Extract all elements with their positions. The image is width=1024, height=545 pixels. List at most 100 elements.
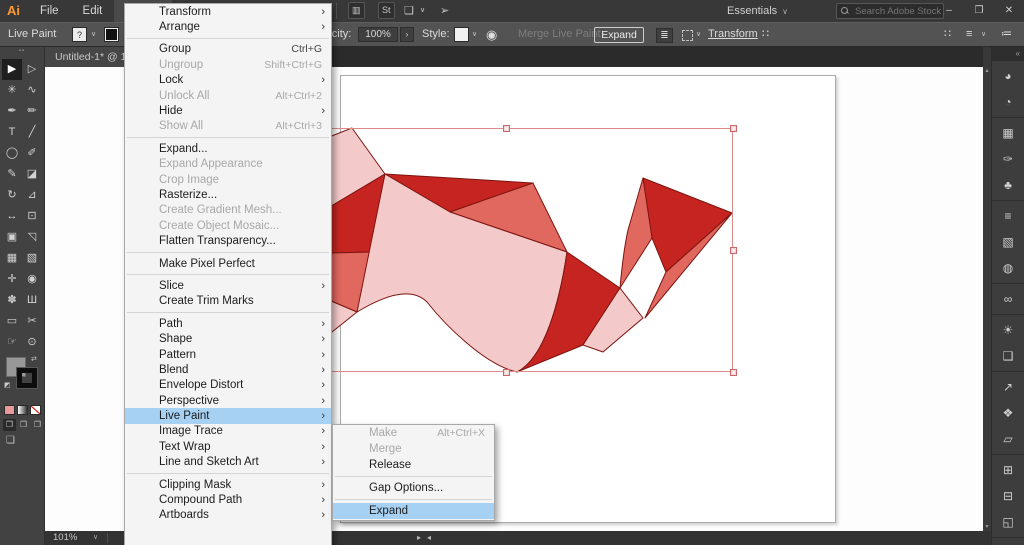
draw-inside-icon[interactable]: ❐ [31, 419, 44, 431]
menu-item-artboards[interactable]: Artboards › [125, 508, 331, 523]
chevron-down-icon[interactable]: ∨ [696, 23, 701, 46]
next-artboard-icon[interactable]: ▸ [417, 533, 427, 542]
shaper-tool-icon[interactable]: ✎ [2, 164, 22, 185]
blend-tool-icon[interactable]: ◉ [22, 269, 42, 290]
scale-tool-icon[interactable]: ⊿ [22, 185, 42, 206]
menu-item-expand-appearance[interactable]: Expand Appearance [125, 157, 331, 172]
menu-item-ungroup[interactable]: Ungroup Shift+Ctrl+G [125, 57, 331, 72]
scroll-down-icon[interactable]: ▾ [985, 523, 988, 531]
gradient-panel-icon[interactable]: ▧ [992, 229, 1024, 255]
draw-behind-icon[interactable]: ❐ [17, 419, 30, 431]
menu-item-rasterize[interactable]: Rasterize... [125, 187, 331, 202]
menu-item-show-all[interactable]: Show All Alt+Ctrl+3 [125, 119, 331, 134]
menu-item-unlock-all[interactable]: Unlock All Alt+Ctrl+2 [125, 88, 331, 103]
menu-item-release[interactable]: Release [333, 457, 494, 473]
restore-button[interactable]: ❐ [964, 0, 994, 22]
panel-options-icon[interactable]: ≣ [656, 28, 673, 43]
ellipse-tool-icon[interactable]: ◯ [2, 143, 22, 164]
style-swatch[interactable] [454, 27, 469, 42]
menu-item-make-pixel-perfect[interactable]: Make Pixel Perfect [125, 256, 331, 271]
select-similar-icon[interactable] [682, 30, 693, 41]
grid-squares-icon[interactable]: ∷ [944, 23, 951, 46]
symbols-panel-icon[interactable]: ♣ [992, 172, 1024, 198]
selection-handle[interactable] [730, 369, 737, 376]
align-panel-icon[interactable]: ⊟ [992, 483, 1024, 509]
transparency-panel-icon[interactable]: ◍ [992, 255, 1024, 281]
fill-swatch[interactable]: ? [72, 27, 87, 42]
transform-panel-icon[interactable]: ⊞ [992, 457, 1024, 483]
mesh-tool-icon[interactable]: ▦ [2, 248, 22, 269]
adobe-stock-icon[interactable]: St [378, 2, 395, 19]
selection-handle[interactable] [730, 247, 737, 254]
screen-mode-icon[interactable]: ❏ [6, 435, 15, 446]
menu-item-arrange[interactable]: Arrange › [125, 19, 331, 34]
menu-item-group[interactable]: Group Ctrl+G [125, 42, 331, 57]
line-segment-tool-icon[interactable]: ╱ [22, 122, 42, 143]
swap-fill-stroke-icon[interactable]: ⇄ [31, 355, 37, 363]
color-guide-panel-icon[interactable]: ◔ [992, 89, 1024, 115]
stroke-panel-icon[interactable]: ≡ [992, 203, 1024, 229]
zoom-level[interactable]: 101% [53, 531, 77, 545]
expand-button[interactable]: Expand [594, 27, 644, 43]
color-panel-icon[interactable]: ◕ [992, 63, 1024, 89]
chevron-down-icon[interactable]: ∨ [981, 23, 986, 46]
eraser-tool-icon[interactable]: ◪ [22, 164, 42, 185]
zoom-tool-icon[interactable]: ⊙ [22, 332, 42, 353]
opacity-spinner[interactable]: › [400, 27, 414, 42]
eyedropper-tool-icon[interactable]: ✛ [2, 269, 22, 290]
menu-item-text-wrap[interactable]: Text Wrap › [125, 439, 331, 454]
chevron-down-icon[interactable]: ∨ [93, 531, 98, 545]
draw-normal-icon[interactable]: ❐ [3, 419, 16, 431]
selection-handle[interactable] [730, 125, 737, 132]
align-panel-icon[interactable]: ≡ [966, 23, 972, 46]
menu-item-slice[interactable]: Slice › [125, 278, 331, 293]
selection-bounding-box[interactable] [279, 128, 733, 372]
menu-item-create-gradient-mesh[interactable]: Create Gradient Mesh... [125, 203, 331, 218]
lasso-tool-icon[interactable]: ∿ [22, 80, 42, 101]
close-button[interactable]: ✕ [994, 0, 1024, 22]
menu-item-flatten-transparency[interactable]: Flatten Transparency... [125, 233, 331, 248]
pen-tool-icon[interactable]: ✒ [2, 101, 22, 122]
chevron-down-icon[interactable]: ∨ [91, 23, 96, 46]
align-dots-icon[interactable]: ∷ [762, 23, 769, 46]
menu-item-path[interactable]: Path › [125, 316, 331, 331]
menu-item-pattern[interactable]: Pattern › [125, 347, 331, 362]
none-button[interactable] [30, 405, 41, 415]
menu-item-transform[interactable]: Transform › [125, 4, 331, 19]
menu-file[interactable]: File [28, 0, 71, 22]
chevron-down-icon[interactable]: ∨ [420, 2, 425, 20]
slice-tool-icon[interactable]: ✂ [22, 311, 42, 332]
swatches-panel-icon[interactable]: ▦ [992, 120, 1024, 146]
hand-tool-icon[interactable]: ☞ [2, 332, 22, 353]
width-tool-icon[interactable]: ↔ [2, 206, 22, 227]
menu-item-gap-options[interactable]: Gap Options... [333, 480, 494, 496]
menu-item-blend[interactable]: Blend › [125, 362, 331, 377]
menu-item-lock[interactable]: Lock › [125, 73, 331, 88]
type-tool-icon[interactable]: T [2, 122, 22, 143]
menu-item-line-and-sketch-art[interactable]: Line and Sketch Art › [125, 455, 331, 470]
artboard-nav-arrows[interactable]: ▸◂ [417, 531, 437, 545]
vertical-scrollbar[interactable]: ▴ ▾ [983, 67, 991, 531]
perspective-grid-tool-icon[interactable]: ◹ [22, 227, 42, 248]
paintbrush-tool-icon[interactable]: ✐ [22, 143, 42, 164]
artboard-tool-icon[interactable]: ▭ [2, 311, 22, 332]
menu-item-create-object-mosaic[interactable]: Create Object Mosaic... [125, 218, 331, 233]
menu-item-merge[interactable]: Merge [333, 441, 494, 457]
default-fill-stroke-icon[interactable]: ◩ [4, 381, 11, 389]
share-icon[interactable]: ➢ [440, 2, 449, 20]
menu-item-hide[interactable]: Hide › [125, 103, 331, 118]
menu-item-image-trace[interactable]: Image Trace › [125, 424, 331, 439]
menu-item-expand[interactable]: Expand... [125, 141, 331, 156]
gradient-tool-icon[interactable]: ▧ [22, 248, 42, 269]
recolor-artwork-icon[interactable]: ◉ [486, 23, 497, 46]
prev-artboard-icon[interactable]: ◂ [427, 533, 437, 542]
opacity-field[interactable]: 100% [358, 27, 398, 42]
export-panel-icon[interactable]: ↗ [992, 374, 1024, 400]
pathfinder-panel-icon[interactable]: ◱ [992, 509, 1024, 535]
merge-live-paint-button[interactable]: Merge Live Paint [518, 23, 601, 46]
stock-search[interactable] [836, 3, 944, 19]
appearance-panel-icon[interactable]: ☀ [992, 317, 1024, 343]
scroll-up-icon[interactable]: ▴ [985, 67, 988, 75]
brushes-panel-icon[interactable]: ✑ [992, 146, 1024, 172]
menu-item-clipping-mask[interactable]: Clipping Mask › [125, 477, 331, 492]
